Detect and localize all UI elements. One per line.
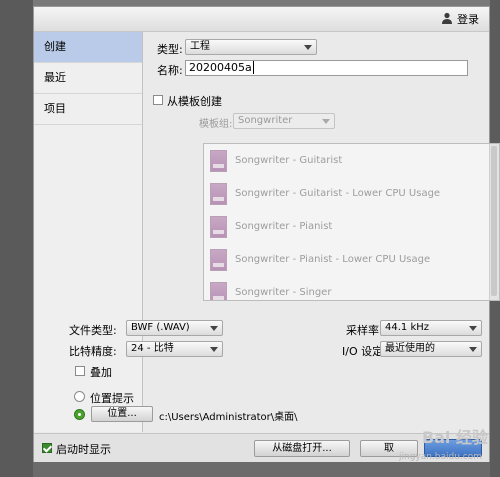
template-label: Songwriter - Guitarist xyxy=(235,155,343,166)
list-item[interactable]: Songwriter - Guitarist - Lower CPU Usage xyxy=(204,177,499,210)
chevron-down-icon xyxy=(322,119,330,124)
from-template-label: 从模板创建 xyxy=(167,95,222,108)
type-value: 工程 xyxy=(190,41,210,52)
type-select[interactable]: 工程 xyxy=(185,39,317,55)
user-icon xyxy=(441,12,453,27)
bit-depth-select[interactable]: 24 - 比特 xyxy=(126,341,223,357)
dialog-titlebar: 登录 xyxy=(34,7,489,32)
file-type-label: 文件类型: xyxy=(69,324,117,337)
main-panel: 类型: 工程 名称: 20200405a 从模板创建 模板组: Songwrit… xyxy=(69,32,500,432)
sample-rate-value: 44.1 kHz xyxy=(385,322,430,333)
bit-depth-value: 24 - 比特 xyxy=(131,343,174,354)
sidebar: 创建 最近 项目 xyxy=(34,32,143,432)
template-list: Songwriter - Guitarist Songwriter - Guit… xyxy=(203,143,500,301)
name-value: 20200405a xyxy=(189,61,252,74)
from-template-checkbox[interactable] xyxy=(153,95,163,105)
file-type-select[interactable]: BWF (.WAV) xyxy=(126,320,223,336)
location-hint-radio[interactable] xyxy=(74,391,85,402)
template-file-icon xyxy=(210,281,227,300)
list-item[interactable]: Songwriter - Pianist - Lower CPU Usage xyxy=(204,243,499,276)
location-button[interactable]: 位置... xyxy=(91,406,153,422)
text-cursor xyxy=(252,61,254,74)
sidebar-item-create[interactable]: 创建 xyxy=(34,32,142,63)
location-hint-label: 位置提示 xyxy=(90,392,134,405)
template-label: Songwriter - Guitarist - Lower CPU Usage xyxy=(235,188,441,199)
new-project-dialog: 登录 创建 最近 项目 类型: 工程 名称: 20200405a 从模板创建 模… xyxy=(33,6,500,462)
scrollbar-thumb[interactable] xyxy=(491,146,497,296)
template-group-select[interactable]: Songwriter xyxy=(233,113,335,129)
name-input[interactable]: 20200405a xyxy=(185,60,468,76)
template-file-icon xyxy=(210,248,227,271)
show-on-start-label: 启动时显示 xyxy=(56,443,111,456)
show-on-start-checkbox[interactable] xyxy=(42,443,52,453)
io-settings-value: 最近使用的 xyxy=(385,343,435,354)
chevron-down-icon xyxy=(469,326,477,331)
baidu-watermark-url: jingyan.baidu.com xyxy=(398,452,482,462)
location-radio[interactable] xyxy=(74,409,85,420)
baidu-watermark: Bai 经验 xyxy=(421,428,488,447)
list-item[interactable]: Songwriter - Singer xyxy=(204,276,499,300)
open-from-disk-button[interactable]: 从磁盘打开... xyxy=(254,440,350,457)
overlay-checkbox[interactable] xyxy=(75,366,85,376)
list-item[interactable]: Songwriter - Pianist xyxy=(204,210,499,243)
template-group-value: Songwriter xyxy=(238,115,293,126)
list-item[interactable]: Songwriter - Guitarist xyxy=(204,144,499,177)
io-settings-select[interactable]: 最近使用的 xyxy=(380,341,482,357)
type-label: 类型: xyxy=(157,43,183,56)
sidebar-item-recent[interactable]: 最近 xyxy=(34,63,142,94)
sample-rate-label: 采样率: xyxy=(346,324,383,337)
template-label: Songwriter - Pianist - Lower CPU Usage xyxy=(235,254,431,265)
template-list-scrollbar[interactable] xyxy=(489,144,499,300)
bit-depth-label: 比特精度: xyxy=(69,345,117,358)
name-label: 名称: xyxy=(157,64,183,77)
template-file-icon xyxy=(210,149,227,172)
file-type-value: BWF (.WAV) xyxy=(131,322,190,333)
chevron-down-icon xyxy=(210,326,218,331)
login-label: 登录 xyxy=(457,13,479,26)
template-label: Songwriter - Singer xyxy=(235,287,332,298)
login-link[interactable]: 登录 xyxy=(441,11,479,27)
overlay-label: 叠加 xyxy=(90,366,112,379)
chevron-down-icon xyxy=(304,45,312,50)
location-path: c:\Users\Administrator\桌面\ xyxy=(159,412,298,423)
chevron-down-icon xyxy=(210,347,218,352)
sidebar-item-project[interactable]: 项目 xyxy=(34,94,142,125)
chevron-down-icon xyxy=(469,347,477,352)
template-file-icon xyxy=(210,182,227,205)
template-group-label: 模板组: xyxy=(199,119,233,130)
template-label: Songwriter - Pianist xyxy=(235,221,333,232)
sample-rate-select[interactable]: 44.1 kHz xyxy=(380,320,482,336)
template-file-icon xyxy=(210,215,227,238)
window-left-frame xyxy=(0,0,33,477)
